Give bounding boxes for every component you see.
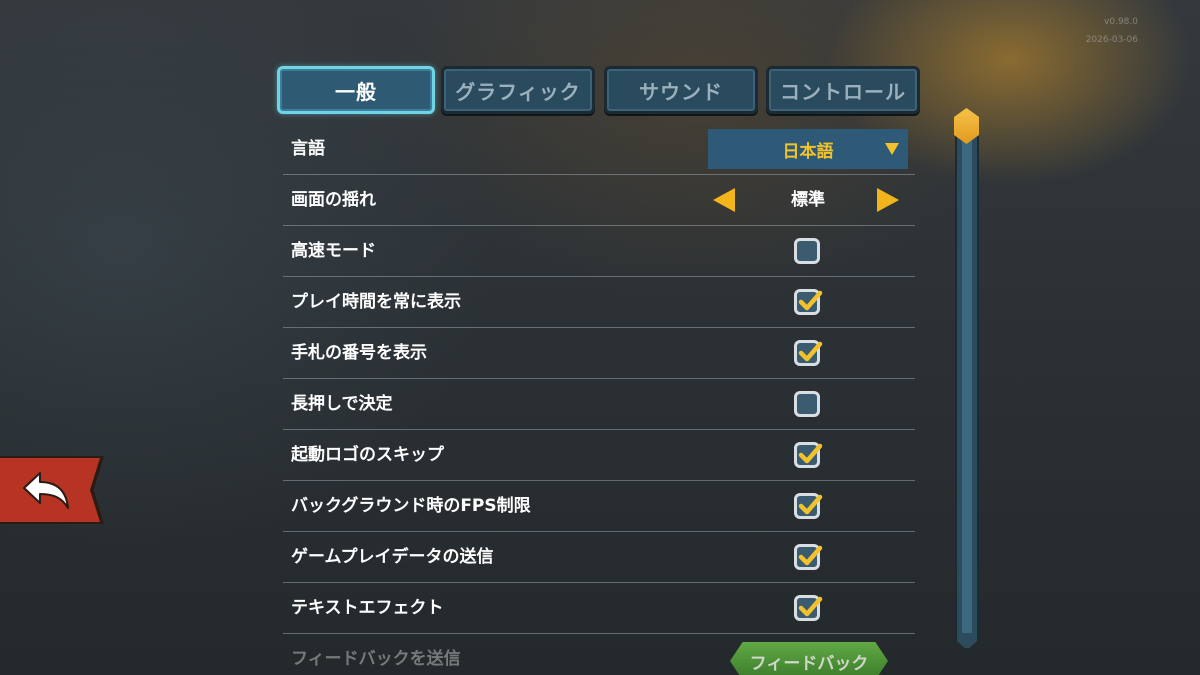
- setting-row-text-effects: テキストエフェクト: [283, 583, 915, 634]
- long-press-confirm-checkbox[interactable]: [794, 391, 820, 417]
- screen-shake-value: 標準: [791, 190, 825, 210]
- send-gameplay-data-checkbox[interactable]: [794, 544, 823, 570]
- setting-row-feedback: フィードバックを送信 フィードバック: [283, 634, 915, 675]
- tab-graphics[interactable]: グラフィック: [441, 66, 595, 114]
- setting-label: 言語: [291, 139, 325, 159]
- setting-label: 手札の番号を表示: [291, 343, 427, 363]
- setting-label: テキストエフェクト: [291, 598, 444, 618]
- setting-row-skip-logo: 起動ロゴのスキップ: [283, 430, 915, 481]
- checkmark-icon: [798, 341, 823, 362]
- setting-row-long-press-confirm: 長押しで決定: [283, 379, 915, 430]
- setting-label: バックグラウンド時のFPS制限: [291, 496, 531, 516]
- show-hand-numbers-checkbox[interactable]: [794, 340, 823, 366]
- triangle-left-icon[interactable]: [713, 188, 735, 212]
- checkmark-icon: [798, 545, 823, 566]
- setting-label: プレイ時間を常に表示: [291, 292, 461, 312]
- settings-tabs: 一般 グラフィック サウンド コントロール: [277, 66, 920, 118]
- setting-label: ゲームプレイデータの送信: [291, 547, 494, 567]
- setting-label: 画面の揺れ: [291, 190, 376, 210]
- bg-fps-limit-checkbox[interactable]: [794, 493, 823, 519]
- setting-label: 長押しで決定: [291, 394, 393, 414]
- back-button[interactable]: [0, 458, 100, 522]
- feedback-button[interactable]: フィードバック: [730, 642, 888, 675]
- setting-label: フィードバックを送信: [291, 649, 461, 669]
- tab-general[interactable]: 一般: [277, 66, 435, 114]
- checkmark-icon: [798, 494, 823, 515]
- triangle-down-icon: [885, 143, 899, 155]
- settings-list: 言語 日本語 画面の揺れ 標準 高速モード プレイ時間を常に表示 手札の番号を表…: [283, 124, 915, 675]
- text-effects-checkbox[interactable]: [794, 595, 823, 621]
- checkmark-icon: [798, 596, 823, 617]
- version-date: 2026-03-06: [1085, 35, 1138, 45]
- version-info: v0.98.0 2026-03-06: [1086, 13, 1138, 49]
- tab-sound[interactable]: サウンド: [604, 66, 758, 114]
- skip-logo-checkbox[interactable]: [794, 442, 823, 468]
- setting-label: 高速モード: [291, 241, 376, 261]
- fast-mode-checkbox[interactable]: [794, 238, 820, 264]
- setting-row-screen-shake: 画面の揺れ 標準: [283, 175, 915, 226]
- setting-row-language: 言語 日本語: [283, 124, 915, 175]
- setting-row-show-playtime: プレイ時間を常に表示: [283, 277, 915, 328]
- setting-row-show-hand-numbers: 手札の番号を表示: [283, 328, 915, 379]
- language-value: 日本語: [782, 141, 834, 162]
- tab-controls[interactable]: コントロール: [766, 66, 920, 114]
- version-number: v0.98.0: [1104, 17, 1138, 27]
- show-playtime-checkbox[interactable]: [794, 289, 823, 315]
- setting-row-fast-mode: 高速モード: [283, 226, 915, 277]
- setting-label: 起動ロゴのスキップ: [291, 445, 444, 465]
- setting-row-send-gameplay-data: ゲームプレイデータの送信: [283, 532, 915, 583]
- undo-arrow-icon: [23, 472, 69, 509]
- setting-row-bg-fps-limit: バックグラウンド時のFPS制限: [283, 481, 915, 532]
- language-dropdown[interactable]: 日本語: [708, 129, 908, 169]
- checkmark-icon: [798, 290, 823, 311]
- checkmark-icon: [798, 443, 823, 464]
- scrollbar-groove: [962, 128, 972, 633]
- triangle-right-icon[interactable]: [877, 188, 899, 212]
